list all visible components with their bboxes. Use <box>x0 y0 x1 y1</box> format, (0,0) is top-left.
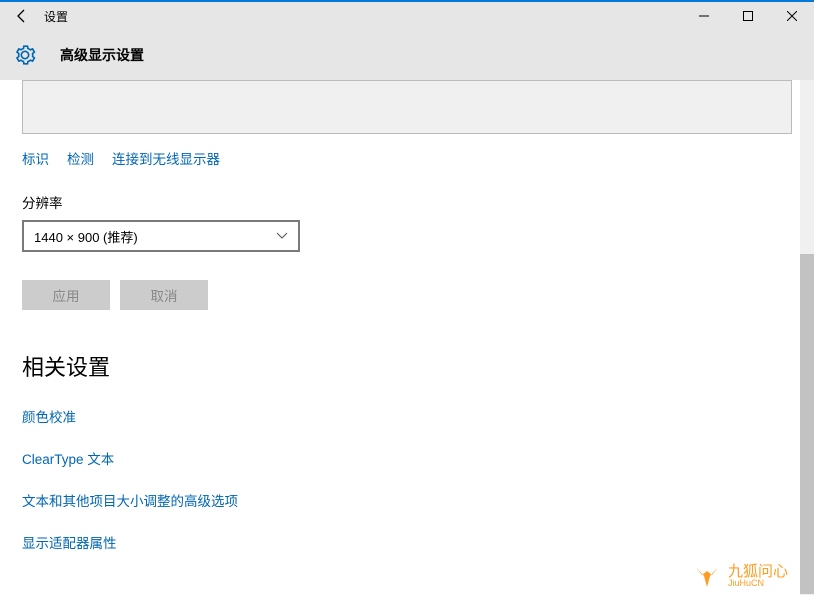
close-button[interactable] <box>770 2 814 30</box>
color-calibration-link[interactable]: 颜色校准 <box>22 406 792 426</box>
fox-icon <box>692 561 722 591</box>
titlebar: 设置 <box>0 2 814 30</box>
advanced-sizing-link[interactable]: 文本和其他项目大小调整的高级选项 <box>22 490 792 510</box>
detect-link[interactable]: 检测 <box>67 148 94 168</box>
connect-wireless-link[interactable]: 连接到无线显示器 <box>112 148 220 168</box>
gear-icon <box>14 44 36 66</box>
adapter-properties-link[interactable]: 显示适配器属性 <box>22 532 792 552</box>
resolution-dropdown[interactable]: 1440 × 900 (推荐) <box>22 220 300 252</box>
chevron-down-icon <box>276 229 288 243</box>
back-button[interactable] <box>0 2 44 30</box>
cancel-button[interactable]: 取消 <box>120 280 208 310</box>
identify-link[interactable]: 标识 <box>22 148 49 168</box>
apply-button[interactable]: 应用 <box>22 280 110 310</box>
cleartype-link[interactable]: ClearType 文本 <box>22 448 792 468</box>
watermark: 九狐问心 JiuHuCN <box>692 561 788 591</box>
scrollbar-thumb[interactable] <box>800 254 814 594</box>
resolution-value: 1440 × 900 (推荐) <box>34 227 138 246</box>
watermark-en: JiuHuCN <box>728 579 788 588</box>
page-header: 高级显示设置 <box>0 30 814 80</box>
related-settings-heading: 相关设置 <box>22 350 792 382</box>
watermark-cn: 九狐问心 <box>728 564 788 579</box>
resolution-label: 分辨率 <box>22 192 792 212</box>
display-preview <box>22 80 792 134</box>
window-title: 设置 <box>44 8 68 25</box>
minimize-button[interactable] <box>682 2 726 30</box>
maximize-button[interactable] <box>726 2 770 30</box>
page-title: 高级显示设置 <box>60 45 144 65</box>
